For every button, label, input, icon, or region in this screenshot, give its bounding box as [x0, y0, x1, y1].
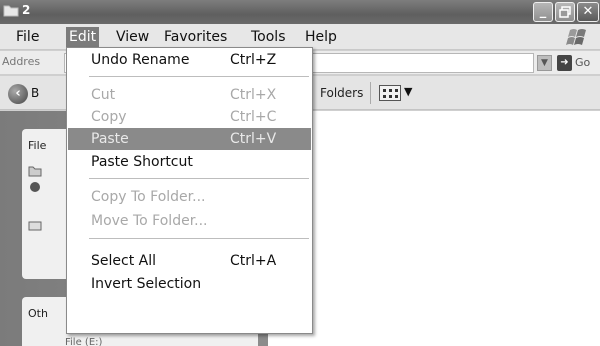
close-icon: ✕	[582, 4, 594, 19]
folder-task-icon	[28, 166, 42, 177]
menu-item-cut[interactable]: Cut Ctrl+X	[68, 84, 311, 106]
menu-item-select-all[interactable]: Select All Ctrl+A	[68, 250, 311, 272]
menu-item-shortcut: Ctrl+X	[230, 87, 277, 103]
menu-item-label: Move To Folder...	[91, 213, 208, 229]
menu-separator	[89, 76, 309, 77]
drive-link[interactable]: File (E:)	[65, 337, 102, 346]
edit-menu-dropdown: Undo Rename Ctrl+Z Cut Ctrl+X Copy Ctrl+…	[66, 47, 313, 334]
menu-item-label: Paste	[91, 131, 129, 147]
menu-item-undo-rename[interactable]: Undo Rename Ctrl+Z	[68, 49, 311, 71]
menu-item-move-to-folder[interactable]: Move To Folder...	[68, 210, 311, 232]
folders-button[interactable]: Folders	[320, 86, 363, 100]
menu-edit[interactable]: Edit	[66, 27, 100, 48]
menu-item-label: Paste Shortcut	[91, 154, 193, 170]
views-dropdown-icon[interactable]: ▼	[404, 85, 412, 98]
menu-item-paste-shortcut[interactable]: Paste Shortcut	[68, 151, 311, 173]
maximize-button[interactable]	[555, 2, 575, 22]
menu-item-shortcut: Ctrl+A	[230, 253, 277, 269]
menu-tools[interactable]: Tools	[248, 28, 289, 47]
menu-item-label: Copy To Folder...	[91, 189, 206, 205]
menu-favorites[interactable]: Favorites	[161, 28, 230, 47]
title-bar: 2 _ ✕	[0, 0, 600, 24]
menu-file[interactable]: File	[13, 28, 42, 47]
share-icon	[28, 221, 42, 231]
menu-item-label: Copy	[91, 109, 127, 125]
menu-view[interactable]: View	[113, 28, 152, 47]
window-title: 2	[22, 3, 31, 17]
windows-logo-icon	[566, 29, 586, 45]
menu-item-copy[interactable]: Copy Ctrl+C	[68, 106, 311, 128]
maximize-icon	[559, 6, 571, 18]
menu-item-label: Cut	[91, 87, 116, 103]
menu-item-shortcut: Ctrl+V	[230, 131, 277, 147]
menu-item-paste[interactable]: Paste Ctrl+V	[68, 128, 311, 150]
menu-item-invert-selection[interactable]: Invert Selection	[68, 273, 311, 295]
menu-separator	[89, 238, 309, 239]
back-arrow-icon: ‹	[15, 86, 21, 101]
menu-help[interactable]: Help	[302, 28, 340, 47]
folder-icon	[3, 5, 19, 17]
address-dropdown-button[interactable]: ▼	[537, 55, 552, 71]
close-button[interactable]: ✕	[577, 2, 599, 22]
menu-item-shortcut: Ctrl+C	[230, 109, 277, 125]
views-icon[interactable]	[379, 85, 401, 101]
menu-item-label: Invert Selection	[91, 276, 202, 292]
globe-icon	[30, 182, 40, 192]
go-label[interactable]: Go	[575, 56, 590, 69]
minimize-button[interactable]: _	[533, 2, 553, 22]
file-tasks-header[interactable]: File	[28, 139, 46, 152]
menu-item-label: Select All	[91, 253, 156, 269]
minimize-icon: _	[539, 4, 547, 19]
back-label[interactable]: B	[31, 86, 39, 100]
toolbar-separator	[370, 82, 371, 104]
go-arrow-icon: ➜	[560, 57, 569, 68]
menu-item-copy-to-folder[interactable]: Copy To Folder...	[68, 186, 311, 208]
other-places-header[interactable]: Oth	[28, 307, 48, 320]
menu-item-label: Undo Rename	[91, 52, 190, 68]
address-label: Addres	[2, 55, 41, 68]
back-button[interactable]: ‹	[8, 84, 28, 104]
chevron-down-icon: ▼	[541, 58, 548, 68]
menu-separator	[89, 178, 309, 179]
go-button[interactable]: ➜	[557, 55, 572, 71]
menu-item-shortcut: Ctrl+Z	[230, 52, 277, 68]
